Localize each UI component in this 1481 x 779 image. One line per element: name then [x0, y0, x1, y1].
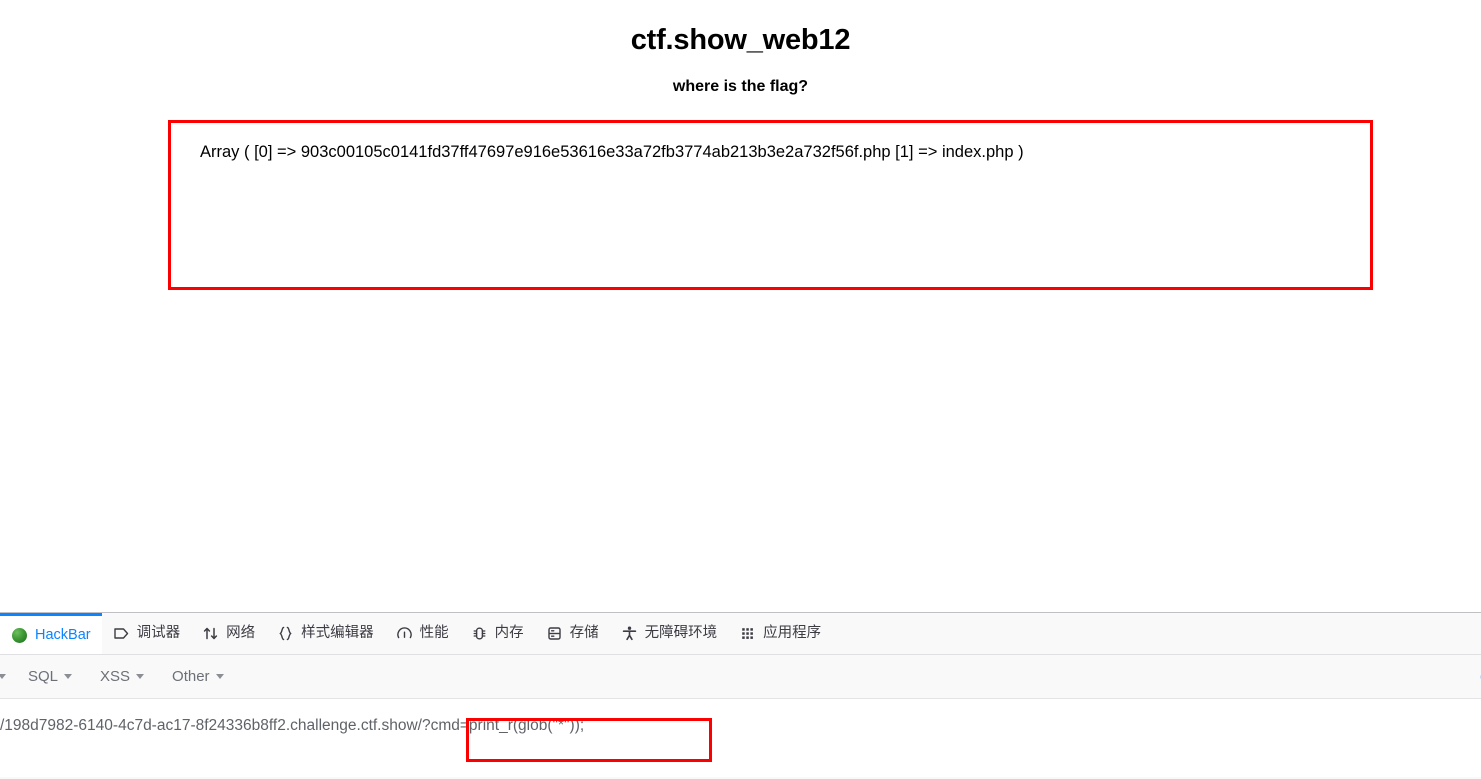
tab-hackbar[interactable]: HackBar	[0, 613, 102, 654]
hackbar-toolbar: SQL XSS Other Co	[0, 655, 1481, 699]
accessibility-icon	[621, 625, 638, 642]
tab-style-editor[interactable]: 样式编辑器	[266, 613, 385, 654]
tab-debugger-label: 调试器	[136, 625, 181, 642]
page-content-area: ctf.show_web12 where is the flag? Array …	[0, 0, 1481, 612]
storage-icon	[546, 625, 563, 642]
hackbar-url-text[interactable]: /198d7982-6140-4c7d-ac17-8f24336b8ff2.ch…	[0, 717, 584, 735]
network-icon	[202, 625, 219, 642]
devtools-panel: HackBar 调试器 网络 样式编辑器 性能 内存 存储 无障碍环境 应用程序…	[0, 612, 1481, 779]
result-highlight-box: Array ( [0] => 903c00105c0141fd37ff47697…	[168, 120, 1373, 290]
chevron-down-icon	[136, 674, 145, 679]
performance-icon	[396, 625, 413, 642]
tab-hackbar-label: HackBar	[35, 626, 91, 643]
tab-application[interactable]: 应用程序	[728, 613, 832, 654]
tab-memory[interactable]: 内存	[460, 613, 535, 654]
page-title: ctf.show_web12	[630, 24, 851, 56]
hackbar-menu-sql[interactable]: SQL	[14, 655, 86, 699]
page-subtitle: where is the flag?	[672, 78, 809, 95]
tab-performance[interactable]: 性能	[385, 613, 460, 654]
hackbar-menu-other-label: Other	[172, 668, 210, 685]
tab-memory-label: 内存	[494, 625, 524, 642]
tab-performance-label: 性能	[419, 625, 449, 642]
hackbar-menu-xss[interactable]: XSS	[86, 655, 158, 699]
tab-storage-label: 存储	[569, 625, 599, 642]
tab-style-editor-label: 样式编辑器	[301, 625, 374, 642]
memory-icon	[471, 625, 488, 642]
tab-network[interactable]: 网络	[191, 613, 266, 654]
chevron-down-icon	[0, 674, 6, 679]
chevron-down-icon	[215, 674, 224, 679]
url-host-part: /198d7982-6140-4c7d-ac17-8f24336b8ff2.ch…	[0, 717, 418, 734]
tab-accessibility-label: 无障碍环境	[644, 625, 718, 642]
style-editor-icon	[277, 625, 294, 642]
devtools-tabbar: HackBar 调试器 网络 样式编辑器 性能 内存 存储 无障碍环境 应用程序	[0, 613, 1481, 655]
hackbar-menu-other[interactable]: Other	[158, 655, 238, 699]
application-icon	[739, 625, 756, 642]
hackbar-logo-icon	[11, 627, 28, 644]
tab-application-label: 应用程序	[763, 625, 822, 642]
debugger-icon	[113, 625, 130, 642]
hackbar-menu-sql-label: SQL	[28, 668, 59, 685]
tab-storage[interactable]: 存储	[535, 613, 610, 654]
url-query-part: /?cmd=print_r(glob("*"));	[417, 717, 585, 734]
tab-network-label: 网络	[226, 625, 256, 642]
hackbar-url-bar[interactable]: /198d7982-6140-4c7d-ac17-8f24336b8ff2.ch…	[0, 699, 1481, 777]
tab-accessibility[interactable]: 无障碍环境	[610, 613, 729, 654]
php-array-output: Array ( [0] => 903c00105c0141fd37ff47697…	[200, 143, 1024, 161]
hackbar-menu-load[interactable]	[0, 655, 14, 699]
chevron-down-icon	[64, 674, 73, 679]
hackbar-menu-xss-label: XSS	[100, 668, 131, 685]
tab-debugger[interactable]: 调试器	[102, 613, 192, 654]
